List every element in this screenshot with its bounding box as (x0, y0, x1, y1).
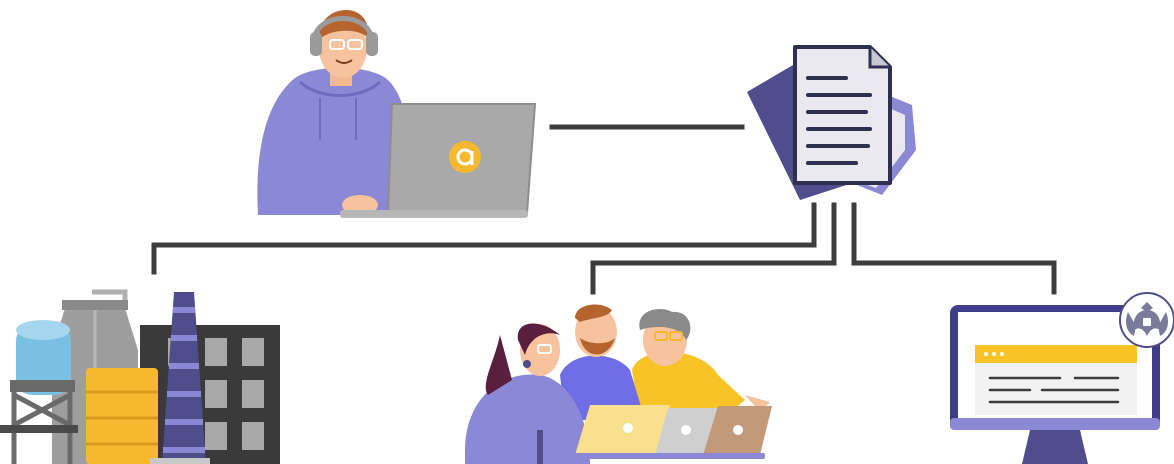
factory-yellow-barrel (86, 368, 158, 464)
factory-chimney (162, 292, 206, 464)
industry-node (0, 289, 280, 464)
diagram-canvas (0, 0, 1174, 464)
team-laptop-yellow (575, 405, 670, 455)
government-node (950, 292, 1174, 464)
edge-documents-team (590, 202, 837, 295)
headset-icon (310, 32, 322, 56)
edge-documents-government (851, 202, 1057, 295)
team-node (465, 304, 772, 464)
diagram-svg (0, 10, 1174, 464)
browser-titlebar (975, 345, 1137, 363)
operator-node (257, 10, 537, 218)
monitor-base (950, 418, 1160, 430)
letter-a-circle-icon (449, 141, 481, 173)
documents-node (747, 45, 916, 200)
